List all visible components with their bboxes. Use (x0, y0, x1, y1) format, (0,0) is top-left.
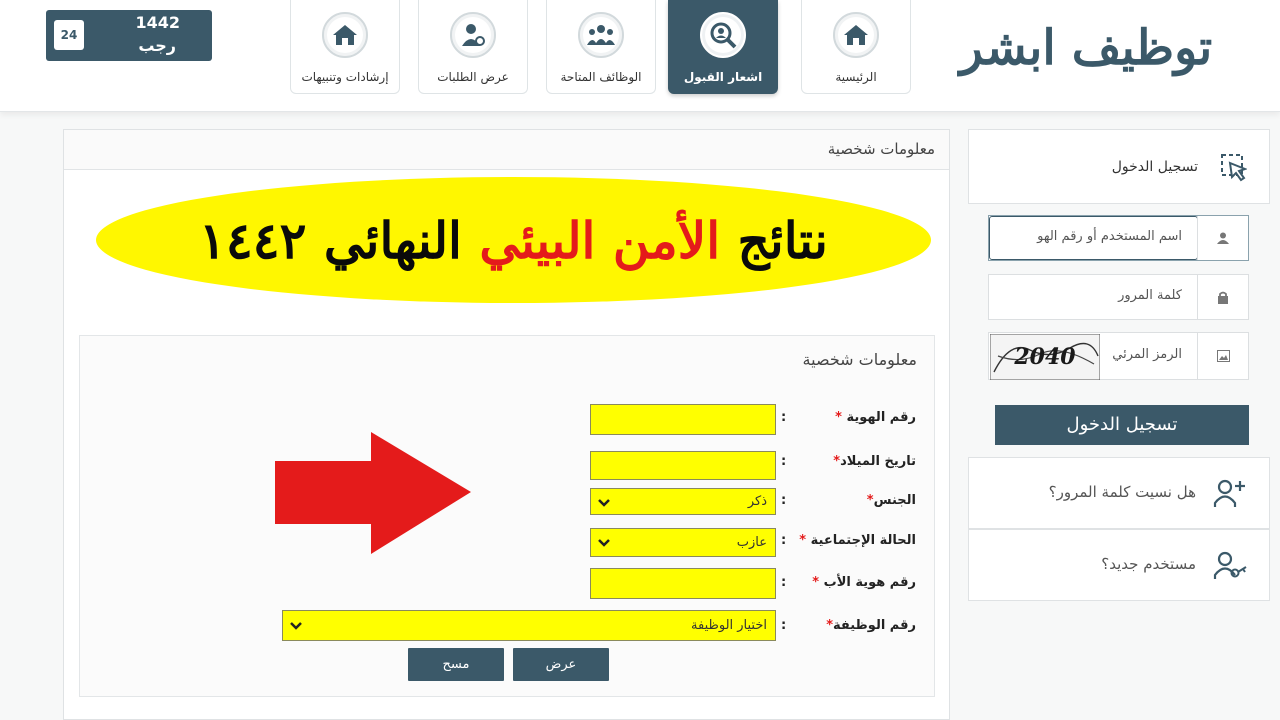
captcha-row[interactable]: الرمز المرئي 2040 (988, 332, 1249, 381)
user-plus-icon (1213, 479, 1245, 507)
home-icon (833, 12, 879, 58)
birth-date-label: تاريخ الميلاد* (833, 454, 916, 469)
view-button[interactable]: عرض (513, 648, 609, 681)
nav-tab-label: الرئيسية (835, 70, 877, 84)
results-banner: نتائج الأمن البيئي النهائي ١٤٤٢ (96, 177, 931, 303)
banner-text-part2: الأمن البيئي (479, 210, 721, 270)
new-user-link[interactable]: مستخدم جديد؟ (968, 529, 1270, 601)
chevron-down-icon (598, 499, 610, 507)
job-select-value: اختيار الوظيفة (691, 618, 767, 633)
nav-tab-label: الوظائف المتاحة (560, 70, 642, 84)
colon: : (781, 618, 787, 633)
arrow-pointer-icon (275, 432, 471, 554)
marital-status-value: عازب (736, 535, 767, 550)
job-number-label: رقم الوظيفة* (826, 618, 916, 633)
username-row: اسم المستخدم أو رقم الهو (988, 215, 1249, 261)
login-cursor-icon (1221, 154, 1247, 182)
colon: : (781, 533, 787, 548)
password-placeholder: كلمة المرور (1118, 288, 1182, 303)
chevron-down-icon (598, 539, 610, 547)
nav-tab-label: عرض الطلبات (437, 70, 509, 84)
new-user-text: مستخدم جديد؟ (1101, 555, 1196, 573)
banner-headline: نتائج الأمن البيئي النهائي ١٤٤٢ (96, 177, 931, 303)
login-button[interactable]: تسجيل الدخول (995, 405, 1249, 445)
lock-icon (1197, 275, 1248, 319)
father-id-input[interactable] (590, 568, 776, 599)
date-year: 1442 (135, 13, 180, 32)
date-month: رجب (138, 36, 176, 55)
colon: : (781, 410, 787, 425)
marital-status-select[interactable]: عازب (590, 528, 776, 557)
nav-tab-acceptance[interactable]: اشعار القبول (668, 0, 778, 94)
user-key-icon (1213, 551, 1247, 579)
marital-status-label: الحالة الإجتماعية * (799, 533, 916, 548)
nav-tab-label: اشعار القبول (683, 70, 763, 84)
user-requests-icon (450, 12, 496, 58)
acceptance-search-icon (700, 12, 746, 58)
nav-tab-label: إرشادات وتنبيهات (301, 70, 389, 84)
job-select[interactable]: اختيار الوظيفة (282, 610, 776, 641)
nav-tab-available-jobs[interactable]: الوظائف المتاحة (546, 0, 656, 94)
chevron-down-icon (290, 622, 302, 630)
gender-select[interactable]: ذكر (590, 488, 776, 515)
nav-tab-guidelines[interactable]: إرشادات وتنبيهات (290, 0, 400, 94)
father-id-label: رقم هوية الأب * (812, 575, 916, 590)
colon: : (781, 493, 787, 508)
home-icon (322, 12, 368, 58)
user-icon (1197, 216, 1248, 260)
id-number-input[interactable] (590, 404, 776, 435)
captcha-code: 2040 (1013, 344, 1076, 370)
panel-header: معلومات شخصية (64, 130, 949, 170)
logo-text-left: توظيف (1071, 20, 1216, 76)
image-icon (1197, 333, 1248, 379)
gender-value: ذكر (747, 494, 767, 509)
banner-text-part3: النهائي ١٤٤٢ (199, 210, 462, 270)
date-day: 24 (54, 20, 84, 50)
clear-button[interactable]: مسح (408, 648, 504, 681)
birth-date-input[interactable] (590, 451, 776, 480)
form-title: معلومات شخصية (802, 350, 917, 369)
forgot-password-text: هل نسيت كلمة المرور؟ (1048, 483, 1196, 501)
absher-tawdheef-logo[interactable]: توظيف ابشر (960, 8, 1216, 88)
captcha-label: الرمز المرئي (1112, 347, 1182, 362)
id-number-label: رقم الهوية * (835, 410, 916, 425)
nav-tab-home[interactable]: الرئيسية (801, 0, 911, 94)
username-placeholder: اسم المستخدم أو رقم الهو (1037, 229, 1182, 244)
panel-title: معلومات شخصية (827, 140, 935, 158)
top-header: توظيف ابشر الرئيسية اشعار القبول الوظائف… (0, 0, 1280, 112)
password-row[interactable]: كلمة المرور (988, 274, 1249, 320)
personal-info-panel: معلومات شخصية نتائج الأمن البيئي النهائي… (63, 129, 950, 720)
logo-text-right: ابشر (959, 20, 1059, 76)
forgot-password-link[interactable]: هل نسيت كلمة المرور؟ (968, 457, 1270, 529)
personal-info-form: معلومات شخصية رقم الهوية * : تاريخ الميل… (79, 335, 935, 697)
login-header: تسجيل الدخول (968, 129, 1270, 204)
banner-text-part1: نتائج (737, 210, 828, 270)
colon: : (781, 454, 787, 469)
captcha-image: 2040 (989, 333, 1101, 381)
colon: : (781, 575, 787, 590)
team-icon (578, 12, 624, 58)
hijri-date-badge: 24 1442 رجب (46, 10, 212, 61)
login-title: تسجيل الدخول (1111, 159, 1198, 175)
nav-tab-view-requests[interactable]: عرض الطلبات (418, 0, 528, 94)
gender-label: الجنس* (866, 493, 916, 508)
